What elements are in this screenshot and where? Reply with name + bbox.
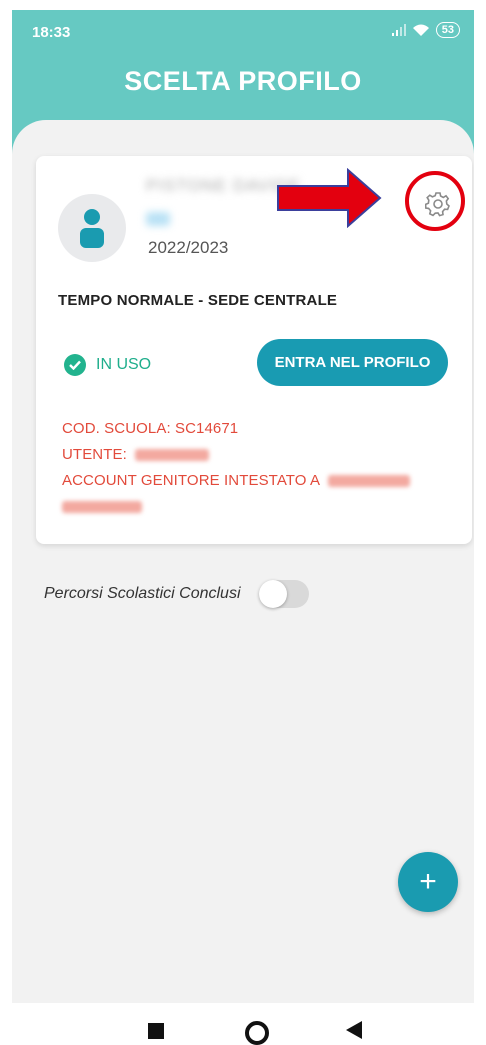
account-redacted (327, 475, 410, 488)
system-navbar (0, 1003, 486, 1045)
page-title: SCELTA PROFILO (124, 66, 362, 96)
back-icon[interactable] (346, 1021, 362, 1039)
school-year: 2022/2023 (148, 238, 229, 257)
concluded-paths-row: Percorsi Scolastici Conclusi (44, 580, 309, 608)
class-label (146, 212, 170, 226)
concluded-paths-toggle[interactable] (258, 580, 309, 608)
account-line-2 (62, 498, 142, 515)
profile-schedule: TEMPO NORMALE - SEDE CENTRALE (58, 292, 338, 309)
battery-icon: 53 (435, 22, 460, 38)
user-line: UTENTE: (62, 446, 210, 463)
red-arrow (277, 168, 382, 228)
status-in-use: IN USO (64, 354, 151, 376)
status-icons: 53 (391, 22, 460, 38)
account-line: ACCOUNT GENITORE INTESTATO A (62, 472, 410, 489)
add-button[interactable]: + (398, 852, 458, 912)
wifi-icon (412, 24, 429, 36)
signal-icon (391, 24, 406, 36)
user-redacted (135, 449, 210, 462)
account-label: ACCOUNT GENITORE INTESTATO A (62, 472, 320, 489)
school-code: COD. SCUOLA: SC14671 (62, 420, 239, 437)
status-time: 18:33 (32, 24, 71, 41)
phone-screen: 18:33 53 SCELTA PROFILO PISTONE DAVIDE 2… (12, 10, 474, 1003)
user-label: UTENTE: (62, 446, 127, 463)
recents-icon[interactable] (148, 1023, 164, 1039)
account-redacted-2 (62, 501, 142, 514)
check-circle-icon (64, 354, 86, 376)
concluded-paths-label: Percorsi Scolastici Conclusi (44, 585, 241, 602)
enter-profile-button[interactable]: ENTRA NEL PROFILO (257, 339, 448, 386)
user-icon (58, 194, 126, 262)
toggle-knob (258, 580, 287, 608)
home-icon[interactable] (245, 1021, 269, 1045)
status-label: IN USO (96, 356, 152, 373)
highlight-circle (405, 171, 465, 231)
